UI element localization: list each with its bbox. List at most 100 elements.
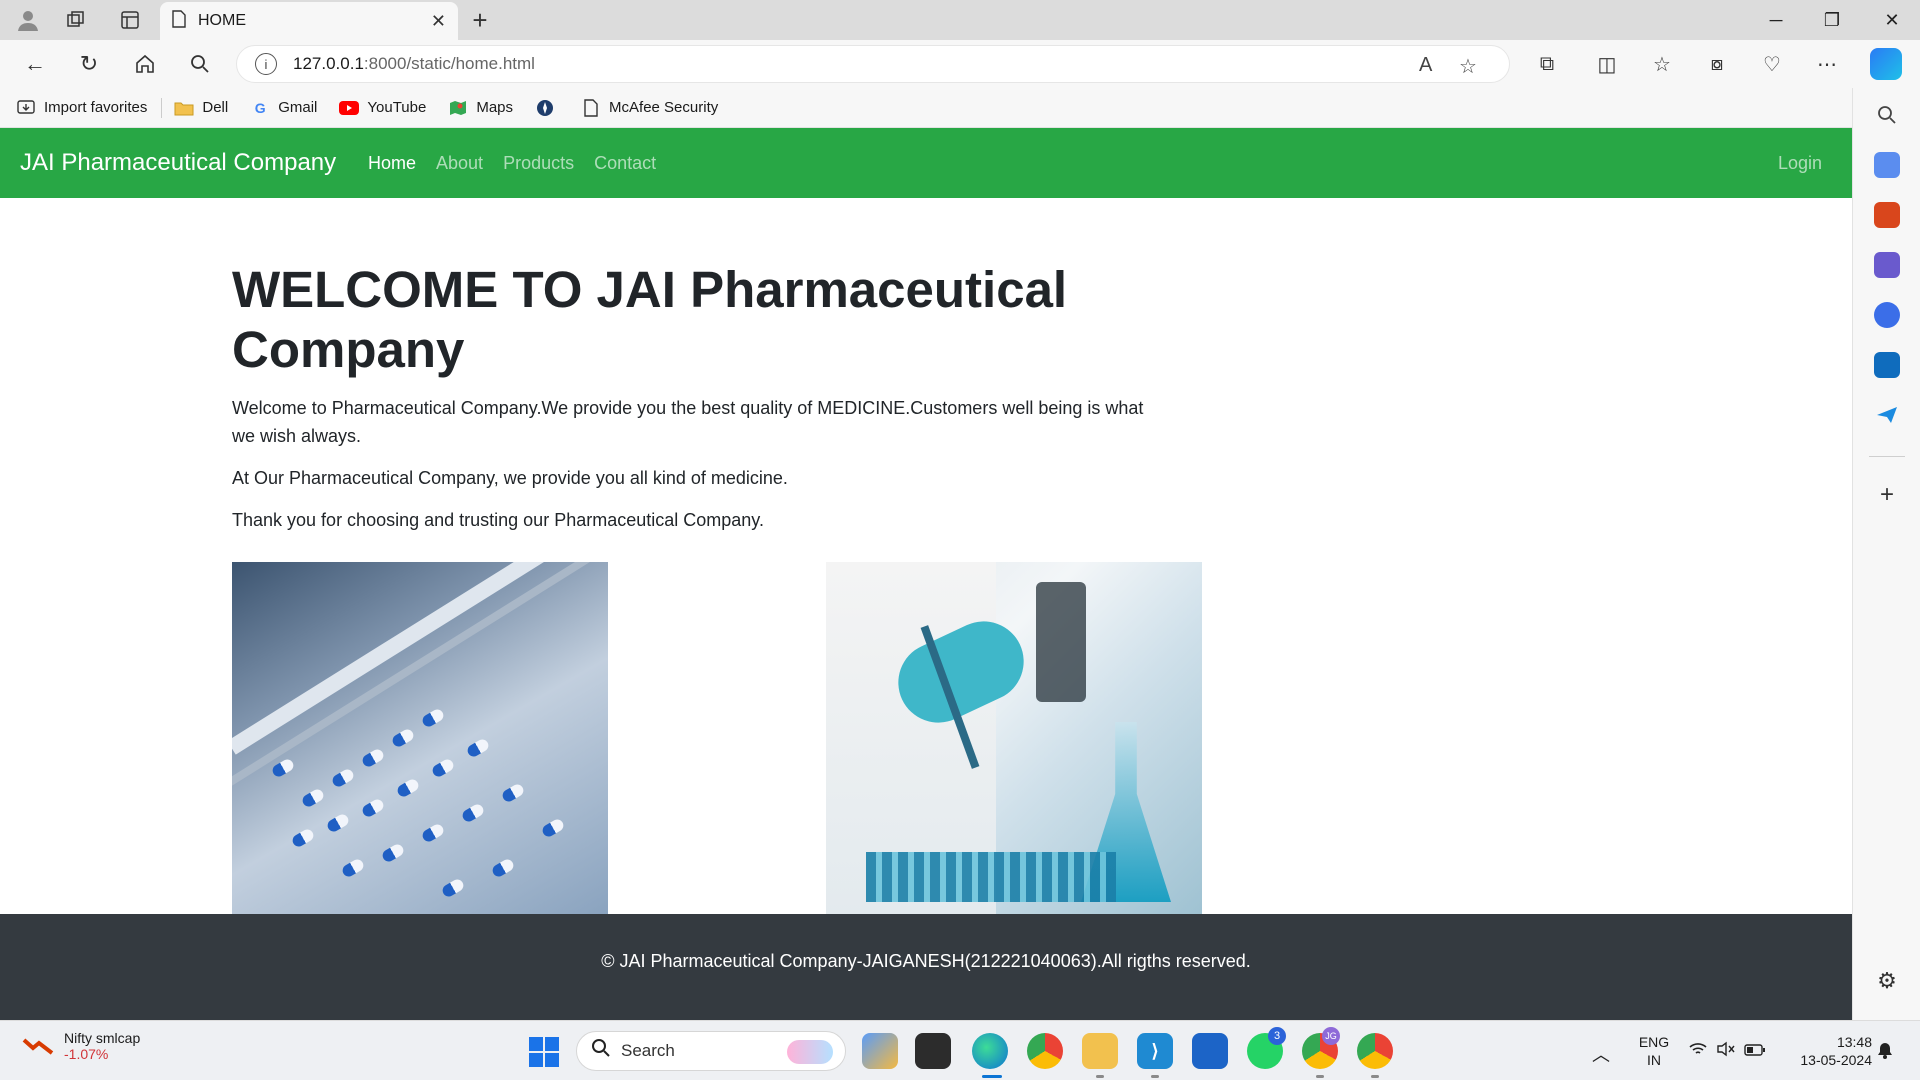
browser-essentials-icon[interactable]: ♡	[1755, 48, 1789, 80]
whatsapp-badge: 3	[1268, 1027, 1286, 1045]
clock-time: 13:48	[1836, 1034, 1872, 1050]
refresh-button[interactable]: ↻	[72, 48, 106, 80]
restore-button[interactable]: ❐	[1804, 0, 1860, 40]
nav-link-home[interactable]: Home	[368, 153, 416, 174]
new-tab-button[interactable]: +	[466, 5, 494, 35]
favorite-star-icon[interactable]: ☆	[1459, 54, 1477, 79]
capsule	[465, 737, 491, 759]
games-icon[interactable]	[1874, 252, 1900, 278]
home-button[interactable]	[128, 48, 162, 80]
nav-link-contact[interactable]: Contact	[594, 153, 656, 174]
browser-toolbar: ← ↻ i 127.0.0.1:8000/static/home.html A …	[0, 40, 1920, 88]
nav-link-products[interactable]: Products	[503, 153, 574, 174]
compass-icon	[535, 99, 555, 117]
microscope	[1036, 582, 1086, 702]
show-hidden-icons-chevron-up-icon[interactable]: ︿	[1592, 1041, 1610, 1067]
sidebar-search-icon[interactable]	[1874, 102, 1900, 128]
favorite-import[interactable]: Import favorites	[16, 99, 147, 117]
region-code: IN	[1647, 1052, 1661, 1068]
copilot-preview-app-icon[interactable]	[862, 1033, 898, 1069]
capsules-production-image	[232, 562, 608, 914]
tools-briefcase-icon[interactable]	[1874, 202, 1900, 228]
battery-icon[interactable]	[1744, 1041, 1766, 1062]
capsule	[330, 767, 356, 789]
favorite-maps[interactable]: Maps	[448, 99, 513, 117]
wifi-icon[interactable]	[1688, 1041, 1708, 1062]
outlook-icon[interactable]	[1874, 352, 1900, 378]
page-icon	[172, 9, 186, 33]
edge-browser-icon[interactable]	[972, 1033, 1008, 1069]
favorites-bar: Import favorites Dell G Gmail YouTube Ma…	[0, 88, 1852, 128]
chrome-icon[interactable]	[1027, 1033, 1063, 1069]
split-screen-icon[interactable]: ◫	[1590, 48, 1624, 80]
windows-start-icon[interactable]	[529, 1037, 559, 1067]
site-footer: © JAI Pharmaceutical Company-JAIGANESH(2…	[0, 914, 1852, 1020]
profile-icon[interactable]	[14, 6, 42, 34]
page-icon	[581, 98, 601, 117]
favorite-gmail[interactable]: G Gmail	[250, 99, 318, 117]
browser-tab-home[interactable]: HOME ✕	[160, 2, 458, 40]
store-icon[interactable]	[1192, 1033, 1228, 1069]
close-tab-icon[interactable]: ✕	[431, 11, 446, 32]
favorite-label: McAfee Security	[609, 99, 719, 116]
google-icon: G	[254, 99, 266, 116]
test-tube-tray	[866, 852, 1116, 902]
address-bar[interactable]: i 127.0.0.1:8000/static/home.html A ☆	[236, 45, 1510, 83]
favorites-icon[interactable]: ☆	[1645, 48, 1679, 80]
collections-icon[interactable]: ⧇	[1700, 48, 1734, 80]
medicine-paragraph: At Our Pharmaceutical Company, we provid…	[232, 468, 788, 488]
taskbar-search[interactable]: Search	[576, 1031, 846, 1071]
favorite-label: Gmail	[278, 99, 318, 116]
app-indicator	[1316, 1075, 1324, 1078]
language-code: ENG	[1638, 1034, 1670, 1050]
clock-date: 13-05-2024	[1800, 1052, 1872, 1068]
login-link[interactable]: Login	[1778, 153, 1822, 174]
site-brand[interactable]: JAI Pharmaceutical Company	[20, 149, 336, 177]
app-indicator	[1096, 1075, 1104, 1078]
favorite-dell[interactable]: Dell	[174, 99, 228, 117]
main-content: WELCOME TO JAI Pharmaceutical Company We…	[232, 260, 1162, 534]
shopping-tag-icon[interactable]	[1874, 152, 1900, 178]
volume-muted-icon[interactable]	[1716, 1041, 1736, 1062]
site-info-icon[interactable]: i	[255, 53, 277, 75]
folder-icon[interactable]	[1082, 1033, 1118, 1069]
more-menu-icon[interactable]: ⋯	[1810, 48, 1844, 80]
sidebar-divider	[1869, 456, 1905, 457]
nav-link-about[interactable]: About	[436, 153, 483, 174]
send-icon[interactable]	[1874, 402, 1900, 428]
notification-bell-icon[interactable]	[1876, 1041, 1894, 1064]
clock[interactable]: 13:48 13-05-2024	[1782, 1033, 1872, 1069]
extensions-icon[interactable]: ⧉	[1530, 48, 1564, 80]
minimize-button[interactable]: ─	[1748, 0, 1804, 40]
read-aloud-icon[interactable]: A	[1419, 54, 1432, 77]
stock-widget[interactable]: Nifty smlcap -1.07%	[22, 1030, 140, 1062]
capsule	[460, 802, 486, 824]
capsule	[380, 842, 406, 864]
capsule	[420, 822, 446, 844]
browser-title-bar: HOME ✕ + ─ ❐ ✕	[0, 0, 1920, 40]
microsoft-365-icon[interactable]	[1874, 302, 1900, 328]
capsule	[360, 797, 386, 819]
search-highlight-icon	[787, 1040, 833, 1064]
add-sidebar-app-icon[interactable]: +	[1874, 481, 1900, 508]
tab-actions-icon[interactable]	[116, 6, 144, 34]
language-indicator[interactable]: ENG IN	[1636, 1033, 1672, 1069]
favorite-mcafee[interactable]: McAfee Security	[581, 98, 719, 117]
sidebar-settings-gear-icon[interactable]: ⚙	[1874, 968, 1900, 994]
back-button[interactable]: ←	[18, 48, 52, 80]
close-window-button[interactable]: ✕	[1864, 0, 1920, 40]
copilot-icon[interactable]	[1870, 48, 1902, 80]
app-indicator	[1371, 1075, 1379, 1078]
active-app-indicator	[982, 1075, 1002, 1078]
stock-trend-icon	[22, 1034, 56, 1058]
workspaces-icon[interactable]	[62, 6, 90, 34]
capsule	[440, 877, 466, 899]
favorite-youtube[interactable]: YouTube	[339, 99, 426, 117]
chrome-profile-2-icon[interactable]	[1357, 1033, 1393, 1069]
edge-sidebar: + ⚙	[1852, 88, 1920, 1020]
url-text: 127.0.0.1:8000/static/home.html	[293, 54, 535, 74]
favorite-compass[interactable]	[535, 99, 563, 117]
file-explorer-dark-icon[interactable]	[915, 1033, 951, 1069]
vscode-icon[interactable]: ⟩	[1137, 1033, 1173, 1069]
search-button[interactable]	[183, 48, 217, 80]
